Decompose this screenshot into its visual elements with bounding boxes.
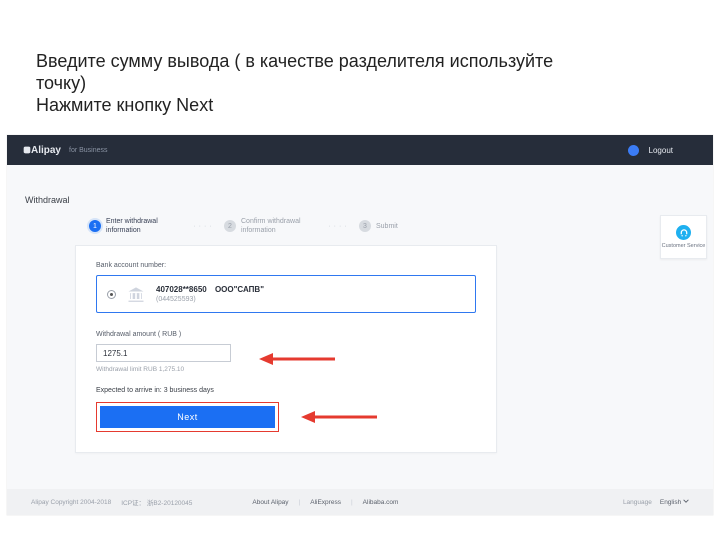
language-label: Language <box>623 499 652 506</box>
eta-text: Expected to arrive in: 3 business days <box>96 387 476 394</box>
step-1: 1 Enter withdrawal information <box>89 217 184 235</box>
chevron-down-icon <box>683 498 689 504</box>
language-select[interactable]: English <box>660 498 689 506</box>
bank-masked: 407028**8650 <box>156 285 207 294</box>
instruction-line-1: Введите сумму вывода ( в качестве раздел… <box>36 50 596 94</box>
embedded-screenshot: Alipay for Business Logout Withdrawal 1 … <box>7 135 713 515</box>
page-title: Withdrawal <box>25 195 70 205</box>
wizard-steps: 1 Enter withdrawal information ···· 2 Co… <box>89 217 398 235</box>
withdrawal-limit: Withdrawal limit RUB 1,275.10 <box>96 366 476 373</box>
footer-icp: ICP证： 浙B2-20120045 <box>121 497 192 507</box>
withdrawal-card: Bank account number: 407028**8650 ООО"СА… <box>75 245 497 453</box>
topbar: Alipay for Business Logout <box>7 135 713 165</box>
next-button[interactable]: Next <box>100 406 275 428</box>
next-highlight: Next <box>96 402 279 432</box>
footer-about[interactable]: About Alipay <box>252 499 288 506</box>
footer-aliexpress[interactable]: AliExpress <box>310 499 341 506</box>
instruction-text: Введите сумму вывода ( в качестве раздел… <box>36 50 596 116</box>
amount-label: Withdrawal amount ( RUB ) <box>96 331 476 338</box>
step-3: 3 Submit <box>359 220 398 232</box>
footer: Alipay Copyright 2004-2018 ICP证： 浙B2-201… <box>7 489 713 515</box>
bank-icon <box>126 284 146 304</box>
footer-copyright: Alipay Copyright 2004-2018 <box>31 499 111 506</box>
bank-bic: (044525593) <box>156 296 264 303</box>
customer-service-widget[interactable]: Customer Service <box>660 215 707 259</box>
logout-link[interactable]: Logout <box>649 146 673 155</box>
bank-account-option[interactable]: 407028**8650 ООО"САПВ" (044525593) <box>96 275 476 313</box>
avatar[interactable] <box>628 145 639 156</box>
bank-account-label: Bank account number: <box>96 262 476 269</box>
radio-selected[interactable] <box>107 290 116 299</box>
footer-alibaba[interactable]: Alibaba.com <box>363 499 399 506</box>
instruction-line-2: Нажмите кнопку Next <box>36 94 596 116</box>
withdrawal-amount-input[interactable] <box>96 344 231 362</box>
bank-org: ООО"САПВ" <box>215 285 264 294</box>
brand-sub: for Business <box>69 147 108 154</box>
headset-icon <box>676 225 691 240</box>
step-2: 2 Confirm withdrawal information <box>224 217 319 235</box>
brand-logo[interactable]: Alipay for Business <box>23 144 108 156</box>
alipay-icon <box>23 144 31 156</box>
